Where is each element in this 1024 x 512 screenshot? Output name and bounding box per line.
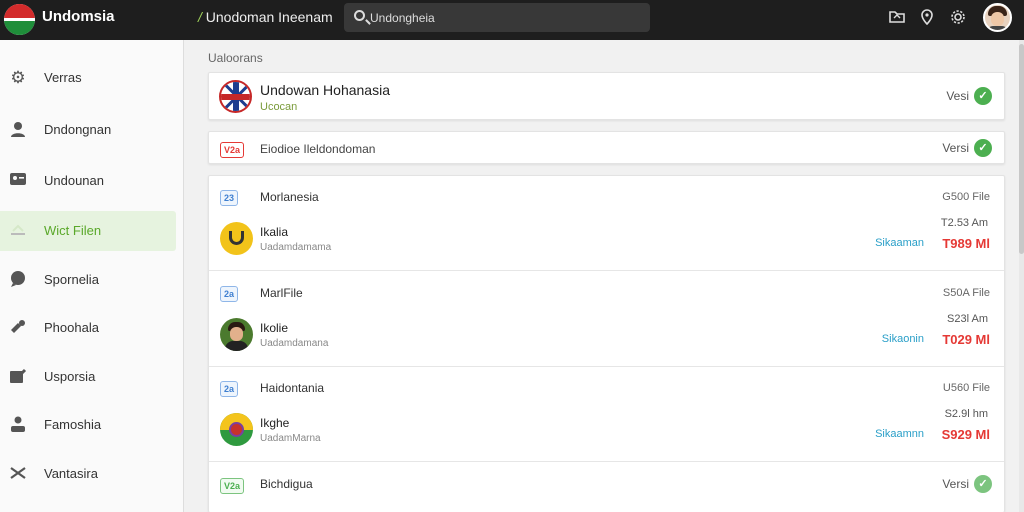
sidebar-item-label: Dndongnan bbox=[44, 122, 112, 137]
tools-icon bbox=[8, 318, 28, 338]
sidebar-item-undounan[interactable]: Undounan bbox=[0, 161, 176, 201]
brand-flag-icon[interactable] bbox=[4, 4, 35, 35]
verify-status[interactable]: Versi ✓ bbox=[942, 475, 992, 493]
file-list-card: 23 Morlanesia Ikalia Uadamdamama G500 Fi… bbox=[208, 175, 1005, 512]
file-size: U560 File bbox=[942, 382, 990, 394]
verify-status[interactable]: Versi ✓ bbox=[942, 139, 992, 157]
brand-title[interactable]: Undomsia bbox=[42, 8, 115, 25]
avatar bbox=[220, 222, 253, 255]
sidebar-item-label: Verras bbox=[44, 70, 82, 85]
sidebar-item-verras[interactable]: ⚙ Verras bbox=[0, 58, 176, 98]
check-icon: ✓ bbox=[974, 139, 992, 157]
uk-flag-icon bbox=[219, 80, 252, 113]
sidebar-item-phoohala[interactable]: Phoohala bbox=[0, 308, 176, 348]
row-subtitle: Uadamdamana bbox=[260, 338, 329, 349]
sidebar-item-label: Famoshia bbox=[44, 417, 102, 432]
section-slash: / bbox=[198, 9, 202, 25]
top-bar: Undomsia / Unodoman Ineenam bbox=[0, 0, 1024, 40]
id-card-icon bbox=[8, 171, 28, 191]
avatar bbox=[220, 413, 253, 446]
chat-icon bbox=[8, 270, 28, 290]
sidebar-item-label: Undounan bbox=[44, 173, 104, 188]
timestamp: S2.9l hm bbox=[944, 408, 988, 420]
row-link[interactable]: Sikaonin bbox=[882, 333, 924, 345]
section-title-text: Unodoman Ineenam bbox=[205, 9, 333, 25]
file-size: G500 File bbox=[942, 191, 990, 203]
check-icon: ✓ bbox=[974, 475, 992, 493]
sidebar-item-famoshia[interactable]: Famoshia bbox=[0, 405, 176, 445]
sidebar-item-label: Usporsia bbox=[44, 369, 96, 384]
row-title: Morlanesia bbox=[260, 190, 319, 204]
row-subtitle: UadamMarna bbox=[260, 433, 321, 444]
strip-label: Eiodioe Ileldondoman bbox=[260, 142, 376, 156]
sidebar-item-spornelia[interactable]: Spornelia bbox=[0, 260, 176, 300]
row-amount: S929 Ml bbox=[941, 427, 990, 442]
version-badge: 23 bbox=[220, 190, 239, 206]
search-bar[interactable] bbox=[344, 3, 650, 32]
hero-card[interactable]: Undowan Hohanasia Ucocan Vesi ✓ bbox=[208, 72, 1005, 120]
row-title: MarlFile bbox=[260, 286, 303, 300]
list-item[interactable]: 23 Morlanesia Ikalia Uadamdamama G500 Fi… bbox=[209, 176, 1004, 271]
shuffle-icon bbox=[8, 464, 28, 484]
verify-label: Versi bbox=[942, 141, 969, 155]
hero-subtitle: Ucocan bbox=[260, 101, 298, 113]
row-name: Ikalia bbox=[260, 225, 289, 239]
check-icon: ✓ bbox=[974, 87, 992, 105]
row-title[interactable]: Bichdigua bbox=[260, 477, 313, 491]
version-badge: V2a bbox=[220, 142, 245, 158]
row-name: Ikolie bbox=[260, 321, 289, 335]
version-badge: 2a bbox=[220, 381, 239, 397]
person-icon bbox=[8, 415, 28, 435]
row-amount: T989 Ml bbox=[942, 236, 990, 251]
timestamp: S23l Am bbox=[947, 313, 988, 325]
list-item[interactable]: 2a Haidontania Ikghe UadamMarna U560 Fil… bbox=[209, 367, 1004, 462]
timestamp: T2.53 Am bbox=[940, 217, 988, 229]
sidebar-item-label: Spornelia bbox=[44, 272, 99, 287]
sidebar-item-vantasira[interactable]: Vantasira bbox=[0, 454, 176, 494]
row-name: Ikghe bbox=[260, 416, 290, 430]
edit-icon bbox=[8, 367, 28, 387]
row-link[interactable]: Sikaamnn bbox=[875, 428, 924, 440]
verify-label: Versi bbox=[942, 477, 969, 491]
sidebar-item-dndongnan[interactable]: Dndongnan bbox=[0, 110, 176, 150]
location-pin-icon[interactable] bbox=[918, 9, 936, 27]
row-amount: T029 Ml bbox=[942, 332, 990, 347]
sidebar-item-label: Phoohala bbox=[44, 320, 99, 335]
row-title: Haidontania bbox=[260, 381, 325, 395]
file-icon bbox=[8, 221, 28, 241]
sidebar-item-label: Wict Filen bbox=[44, 223, 102, 238]
page-section-title: / Unodoman Ineenam bbox=[198, 9, 333, 25]
version-badge: 2a bbox=[220, 286, 239, 302]
sidebar-item-wict-filen[interactable]: Wict Filen bbox=[0, 211, 176, 251]
verify-status[interactable]: Vesi ✓ bbox=[946, 87, 992, 105]
settings-gear-icon[interactable] bbox=[949, 9, 967, 27]
sidebar: ⚙ Verras Dndongnan Undounan Wict Filen S… bbox=[0, 40, 184, 512]
row-link[interactable]: Sikaaman bbox=[875, 237, 924, 249]
user-avatar[interactable] bbox=[983, 3, 1012, 32]
file-size: S50A File bbox=[942, 287, 990, 299]
list-item[interactable]: 2a MarlFile Ikolie Uadamdamana S50A File… bbox=[209, 272, 1004, 367]
verify-label: Vesi bbox=[946, 89, 969, 103]
user-icon bbox=[8, 120, 28, 140]
row-subtitle: Uadamdamama bbox=[260, 242, 332, 253]
search-icon bbox=[354, 10, 365, 21]
gear-icon: ⚙ bbox=[10, 68, 26, 87]
sidebar-item-label: Vantasira bbox=[44, 466, 98, 481]
folder-icon[interactable] bbox=[888, 9, 906, 27]
avatar bbox=[220, 318, 253, 351]
sidebar-item-usporsia[interactable]: Usporsia bbox=[0, 357, 176, 397]
scrollbar[interactable] bbox=[1019, 40, 1024, 512]
strip-card[interactable]: V2a Eiodioe Ileldondoman Versi ✓ bbox=[208, 131, 1005, 164]
scrollbar-thumb[interactable] bbox=[1019, 44, 1024, 254]
section-heading: Ualoorans bbox=[208, 51, 263, 65]
version-badge: V2a bbox=[220, 478, 245, 494]
hero-title: Undowan Hohanasia bbox=[260, 82, 390, 98]
search-input[interactable] bbox=[370, 8, 640, 28]
